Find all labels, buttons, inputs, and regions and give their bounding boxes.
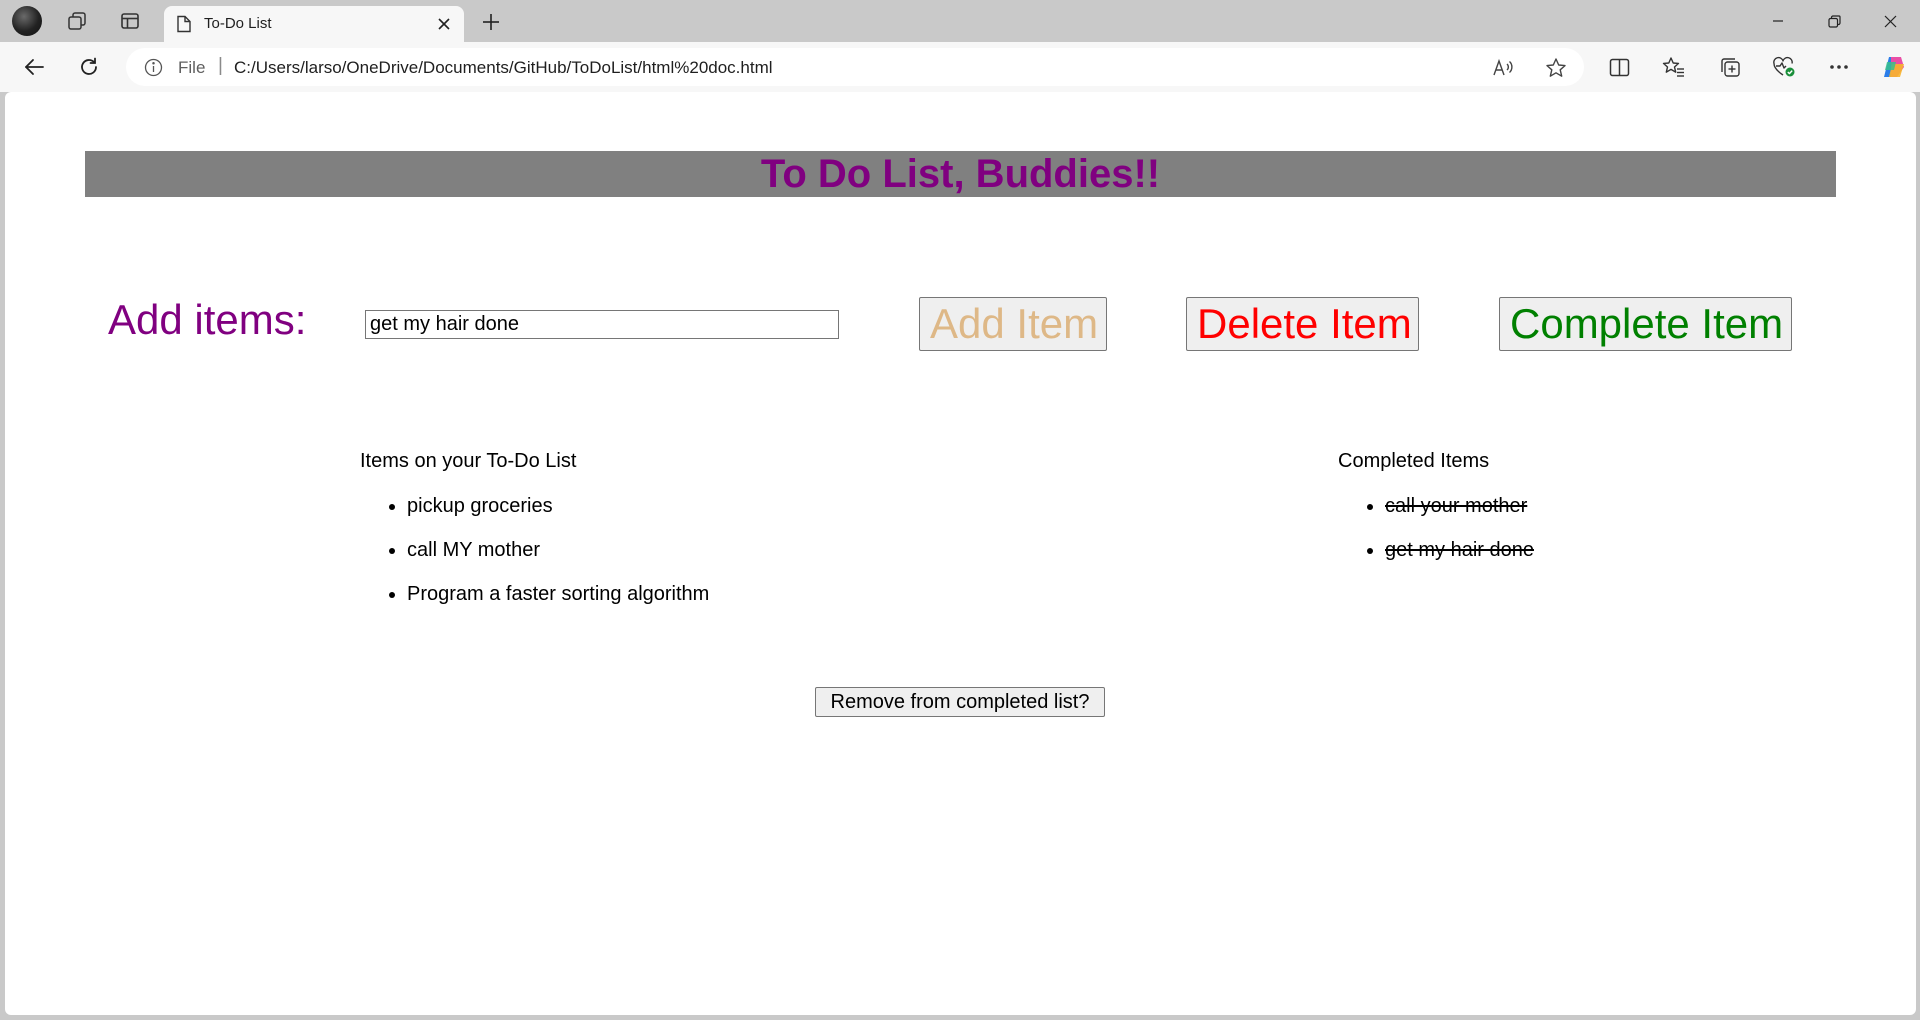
tab-to-do-list[interactable]: To-Do List (164, 6, 464, 42)
todo-list-item[interactable]: Program a faster sorting algorithm (407, 582, 709, 626)
add-items-label: Add items: (108, 296, 307, 343)
todo-list-heading: Items on your To-Do List (360, 450, 577, 472)
todo-item-text: call MY mother (407, 539, 541, 561)
vertical-tabs-icon[interactable] (116, 7, 144, 35)
new-item-input[interactable] (365, 310, 839, 339)
info-icon[interactable] (144, 58, 163, 77)
browser-toolbar: File | C:/Users/larso/OneDrive/Documents… (0, 42, 1920, 92)
close-window-icon[interactable] (1862, 0, 1918, 42)
page-title: To Do List, Buddies!! (760, 151, 1161, 196)
delete-item-button[interactable]: Delete Item (1186, 297, 1419, 351)
completed-list: call your mother get my hair done (1338, 494, 1534, 582)
todo-item-text: pickup groceries (407, 495, 553, 517)
url-text[interactable]: C:/Users/larso/OneDrive/Documents/GitHub… (234, 58, 773, 78)
todo-list-item[interactable]: call MY mother (407, 538, 709, 582)
workspaces-icon[interactable] (63, 7, 91, 35)
split-screen-icon[interactable] (1603, 51, 1635, 83)
copilot-icon[interactable] (1878, 51, 1910, 83)
page-header: To Do List, Buddies!! (85, 151, 1836, 197)
profile-avatar[interactable] (12, 6, 42, 36)
page-viewport: To Do List, Buddies!! Add items: Add Ite… (5, 92, 1916, 1015)
page-icon (176, 15, 192, 33)
back-arrow-icon[interactable] (18, 51, 50, 83)
collections-icon[interactable] (1714, 51, 1746, 83)
browser-title-bar: To-Do List (0, 0, 1920, 42)
todo-item-text: Program a faster sorting algorithm (407, 583, 710, 605)
restore-icon[interactable] (1806, 0, 1862, 42)
completed-list-item[interactable]: call your mother (1385, 494, 1534, 538)
todo-list: pickup groceries call MY mother Program … (360, 494, 709, 626)
refresh-icon[interactable] (73, 51, 105, 83)
new-tab-icon[interactable] (478, 9, 504, 35)
tab-title: To-Do List (204, 15, 272, 32)
completed-item-text: call your mother (1385, 495, 1528, 517)
favorites-icon[interactable] (1658, 51, 1690, 83)
remove-from-completed-button[interactable]: Remove from completed list? (815, 687, 1105, 717)
minimize-icon[interactable] (1750, 0, 1806, 42)
add-item-button[interactable]: Add Item (919, 297, 1107, 351)
tab-close-icon[interactable] (434, 14, 454, 34)
address-bar[interactable]: File | C:/Users/larso/OneDrive/Documents… (126, 48, 1584, 86)
favorite-star-icon[interactable] (1543, 55, 1569, 81)
completed-item-text: get my hair done (1385, 539, 1534, 561)
completed-list-heading: Completed Items (1338, 450, 1490, 472)
completed-list-item[interactable]: get my hair done (1385, 538, 1534, 582)
todo-list-item[interactable]: pickup groceries (407, 494, 709, 538)
scheme-label: File (178, 58, 206, 77)
browser-essentials-icon[interactable] (1768, 51, 1800, 83)
complete-item-button[interactable]: Complete Item (1499, 297, 1792, 351)
more-options-icon[interactable] (1823, 51, 1855, 83)
read-aloud-icon[interactable] (1490, 55, 1516, 81)
address-separator: | (218, 55, 223, 76)
